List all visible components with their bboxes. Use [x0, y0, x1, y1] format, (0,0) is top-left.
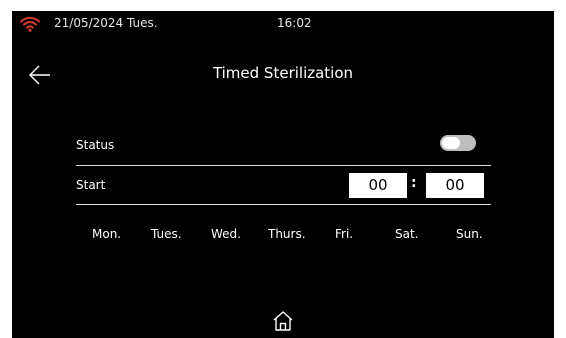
- start-label: Start: [76, 178, 106, 192]
- day-wed[interactable]: Wed.: [211, 227, 241, 241]
- day-thu[interactable]: Thurs.: [268, 227, 306, 241]
- status-bar: 21/05/2024 Tues. 16:02: [12, 11, 554, 37]
- toggle-knob: [442, 137, 460, 149]
- divider: [76, 165, 491, 166]
- start-minute-input[interactable]: 00: [426, 173, 484, 198]
- device-screen: 21/05/2024 Tues. 16:02 Timed Sterilizati…: [12, 11, 554, 338]
- status-toggle[interactable]: [440, 135, 476, 151]
- status-date: 21/05/2024 Tues.: [54, 16, 158, 30]
- time-separator: :: [411, 175, 417, 191]
- divider: [76, 204, 491, 205]
- wifi-icon: [20, 16, 40, 32]
- day-tue[interactable]: Tues.: [151, 227, 182, 241]
- day-mon[interactable]: Mon.: [92, 227, 121, 241]
- start-hour-input[interactable]: 00: [349, 173, 407, 198]
- day-sat[interactable]: Sat.: [395, 227, 419, 241]
- day-fri[interactable]: Fri.: [335, 227, 353, 241]
- status-label: Status: [76, 138, 115, 152]
- status-time: 16:02: [277, 16, 312, 30]
- home-icon[interactable]: [271, 309, 295, 333]
- page-title: Timed Sterilization: [212, 64, 354, 82]
- day-sun[interactable]: Sun.: [456, 227, 483, 241]
- weekday-selector: Mon. Tues. Wed. Thurs. Fri. Sat. Sun.: [12, 227, 554, 247]
